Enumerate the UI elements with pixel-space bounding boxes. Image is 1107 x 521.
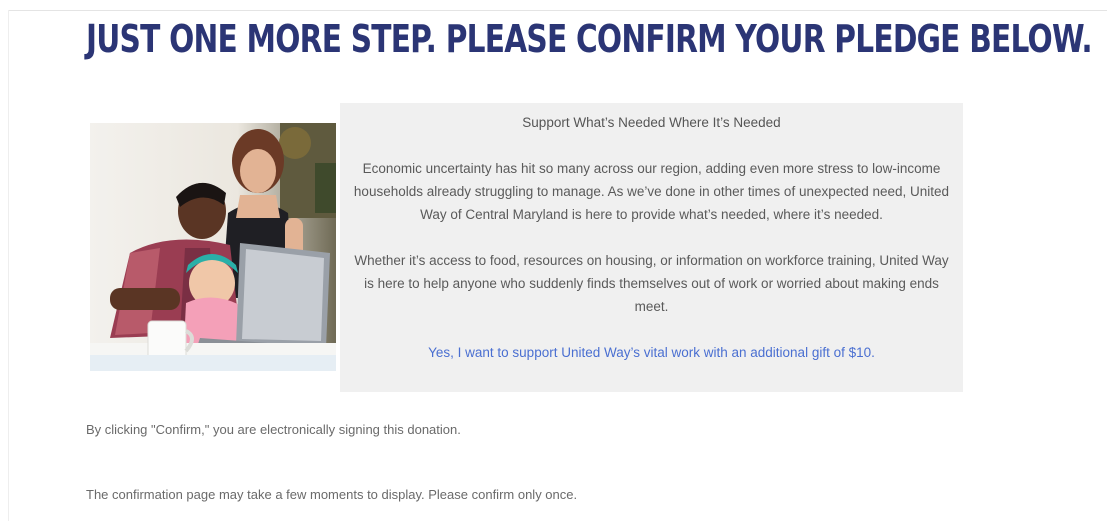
- offer-paragraph-1: Economic uncertainty has hit so many acr…: [353, 161, 950, 222]
- page-title: JUST ONE MORE STEP. PLEASE CONFIRM YOUR …: [86, 17, 1093, 61]
- top-divider: [8, 10, 1107, 11]
- confirm-once-notice: The confirmation page may take a few mom…: [86, 487, 578, 502]
- electronic-signature-notice: By clicking "Confirm," you are electroni…: [86, 422, 461, 437]
- offer-title: Support What’s Needed Where It’s Needed: [522, 115, 781, 130]
- family-photo: [90, 123, 336, 371]
- pledge-confirmation-page: JUST ONE MORE STEP. PLEASE CONFIRM YOUR …: [0, 0, 1107, 521]
- additional-gift-link[interactable]: Yes, I want to support United Way’s vita…: [428, 345, 875, 360]
- additional-gift-offer: Support What’s Needed Where It’s Needed …: [340, 103, 963, 392]
- family-photo-illustration: [90, 123, 336, 371]
- left-divider: [8, 10, 9, 521]
- offer-paragraph-2: Whether it’s access to food, resources o…: [354, 253, 949, 314]
